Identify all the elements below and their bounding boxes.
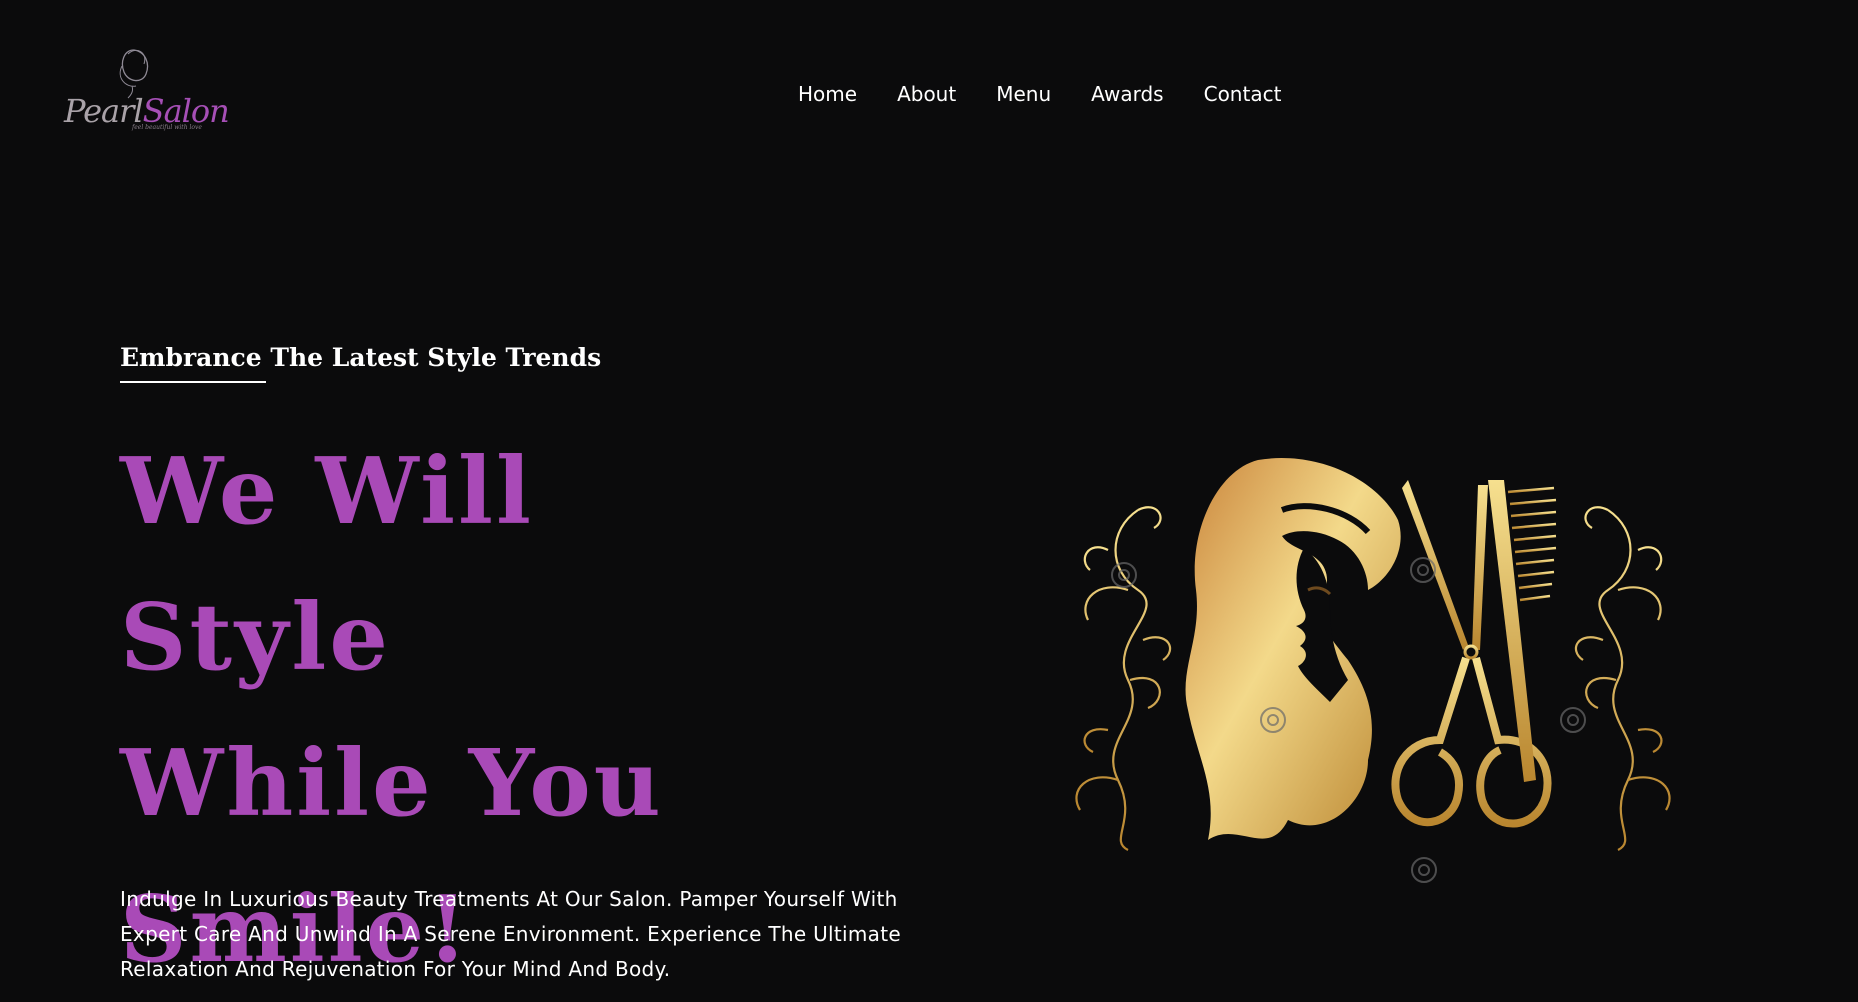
headline-line-1: We Will Style [120, 437, 534, 691]
woman-profile-scissors-comb-icon [1075, 458, 1671, 883]
hero-description: Indulge In Luxurious Beauty Treatments A… [120, 887, 901, 981]
eyebrow-underline [120, 381, 266, 383]
brand-tagline: feel beautiful with love [132, 124, 202, 131]
main-nav: Home About Menu Awards Contact [798, 82, 1321, 106]
hero-illustration [1068, 440, 1678, 920]
brand-name-part1: Pearl [64, 92, 144, 130]
nav-contact[interactable]: Contact [1204, 82, 1282, 106]
hero-eyebrow: Embrance The Latest Style Trends [120, 343, 602, 372]
nav-awards[interactable]: Awards [1091, 82, 1163, 106]
site-logo[interactable]: PearlSalon feel beautiful with love [62, 44, 230, 138]
nav-menu[interactable]: Menu [996, 82, 1051, 106]
nav-home[interactable]: Home [798, 82, 857, 106]
nav-about[interactable]: About [897, 82, 956, 106]
headline-line-2: While You [120, 729, 664, 837]
